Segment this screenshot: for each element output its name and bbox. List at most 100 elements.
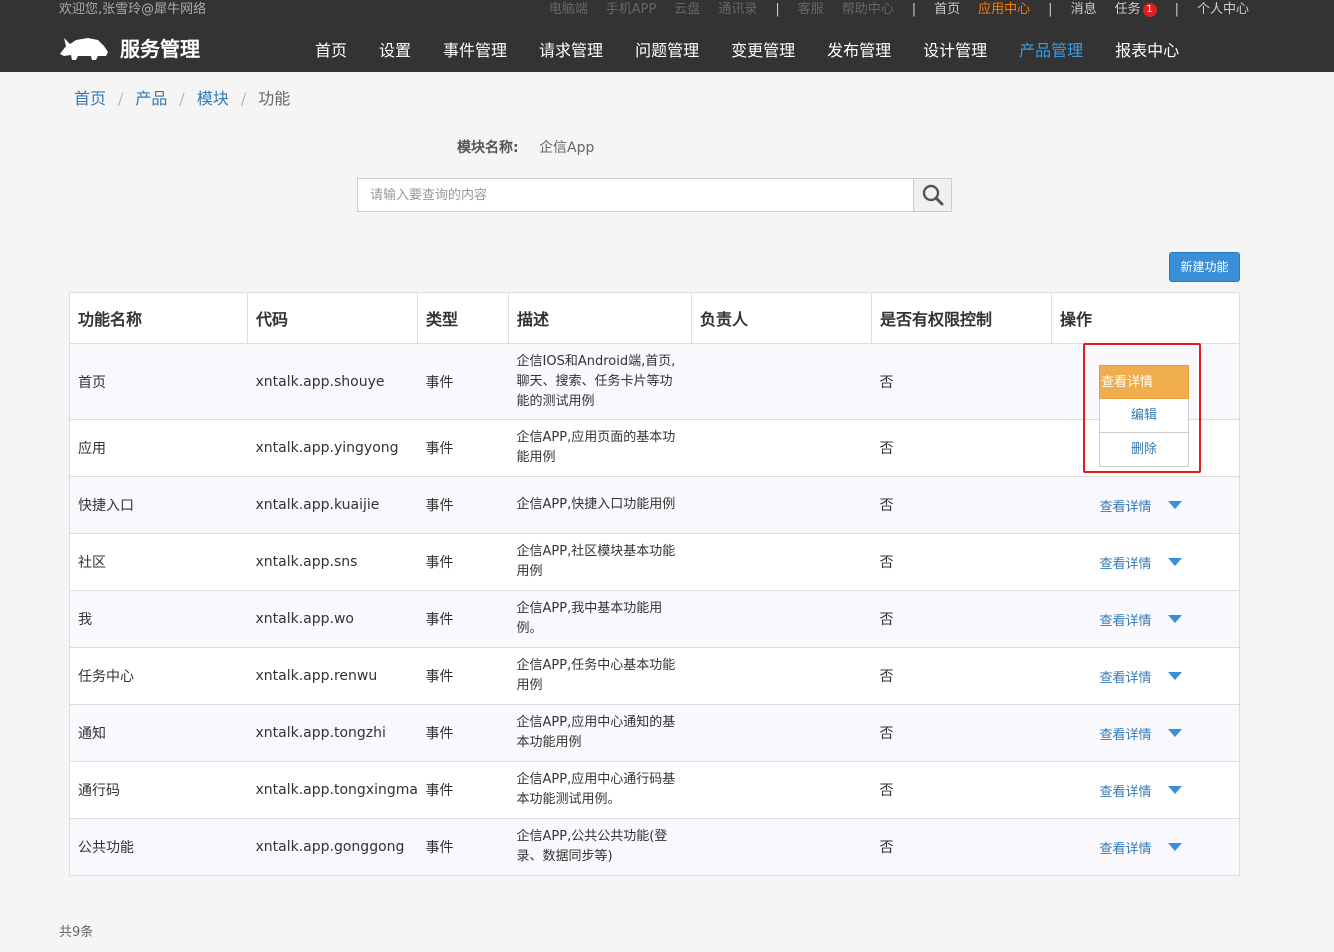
cell-description: 企信IOS和Android端,首页,聊天、搜索、任务卡片等功能的测试用例 [508, 343, 692, 420]
caret-down-icon[interactable] [1167, 843, 1182, 851]
divider: | [775, 2, 780, 17]
row-actions: 查看详情 [1060, 496, 1232, 515]
nav-item-release[interactable]: 发布管理 [811, 34, 907, 68]
search-icon [922, 184, 943, 206]
link-profile[interactable]: 个人中心 [1197, 1, 1249, 19]
main-nav: 首页 设置 事件管理 请求管理 问题管理 变更管理 发布管理 设计管理 产品管理… [299, 34, 1195, 68]
caret-down-icon[interactable] [1167, 501, 1182, 509]
link-tasks[interactable]: 任务 1 [1115, 1, 1157, 19]
link-contacts[interactable]: 通讯录 [718, 1, 757, 19]
nav-item-product[interactable]: 产品管理 [1003, 34, 1099, 68]
link-messages[interactable]: 消息 [1071, 1, 1097, 19]
cell-function-name: 首页 [69, 343, 248, 420]
caret-down-icon[interactable] [1167, 729, 1182, 737]
link-home[interactable]: 首页 [934, 1, 960, 19]
cell-permission: 否 [871, 704, 1052, 762]
view-details-link[interactable]: 查看详情 [1100, 610, 1152, 629]
table-row: 社区 xntalk.app.sns 事件 企信APP,社区模块基本功能用例 否 查看详情 [69, 533, 1240, 591]
cell-owner [691, 343, 872, 420]
nav-item-design[interactable]: 设计管理 [907, 34, 1003, 68]
breadcrumb-function: 功能 [258, 89, 291, 108]
cell-description: 企信APP,应用中心通知的基本功能用例 [508, 704, 692, 762]
cell-description: 企信APP,应用页面的基本功能用例 [508, 419, 692, 477]
header-owner: 负责人 [691, 292, 872, 344]
description-text: 企信APP,应用中心通知的基本功能用例 [516, 715, 676, 750]
nav-item-home[interactable]: 首页 [299, 34, 363, 68]
cell-permission: 否 [871, 818, 1052, 876]
breadcrumb-module[interactable]: 模块 [197, 88, 229, 110]
tasks-label: 任务 [1114, 2, 1141, 17]
caret-down-icon[interactable] [1167, 672, 1182, 680]
cell-owner [691, 533, 872, 591]
nav-item-incident[interactable]: 事件管理 [427, 34, 523, 68]
link-mobile-app[interactable]: 手机APP [606, 1, 657, 19]
cell-function-name: 社区 [69, 533, 248, 591]
cell-owner [691, 476, 872, 534]
cell-type: 事件 [417, 343, 509, 420]
link-cloud[interactable]: 云盘 [674, 1, 700, 19]
cell-actions: 查看详情 [1051, 647, 1240, 705]
nav-item-change[interactable]: 变更管理 [715, 34, 811, 68]
link-help[interactable]: 帮助中心 [842, 1, 894, 19]
header-actions: 操作 [1051, 292, 1240, 344]
cell-code: xntalk.app.shouye [247, 343, 418, 420]
breadcrumb-product[interactable]: 产品 [135, 88, 167, 110]
cell-permission: 否 [871, 419, 1052, 477]
table-row: 首页 xntalk.app.shouye 事件 企信IOS和Android端,首页,聊… [69, 343, 1240, 420]
link-pc[interactable]: 电脑端 [549, 1, 588, 19]
link-app-center[interactable]: 应用中心 [978, 1, 1030, 19]
cell-type: 事件 [417, 419, 509, 477]
row-actions: 查看详情 [1060, 781, 1232, 800]
welcome-text: 欢迎您,张雪玲@犀牛网络 [59, 2, 207, 17]
view-details-link[interactable]: 查看详情 [1100, 781, 1152, 800]
cell-type: 事件 [417, 647, 509, 705]
caret-down-icon[interactable] [1167, 786, 1182, 794]
row-actions: 查看详情 [1060, 667, 1232, 686]
cell-function-name: 通知 [69, 704, 248, 762]
nav-item-settings[interactable]: 设置 [363, 34, 427, 68]
view-details-link[interactable]: 查看详情 [1100, 496, 1152, 515]
table-header-row: 功能名称 代码 类型 描述 负责人 是否有权限控制 操作 [69, 292, 1240, 344]
header-function-name: 功能名称 [69, 292, 248, 344]
row-actions: 查看详情 [1060, 838, 1232, 857]
cell-function-name: 通行码 [69, 761, 248, 819]
cell-type: 事件 [417, 533, 509, 591]
cell-permission: 否 [871, 647, 1052, 705]
header-code: 代码 [247, 292, 418, 344]
description-text: 企信APP,应用中心通行码基本功能测试用例。 [516, 772, 676, 807]
caret-down-icon[interactable] [1167, 615, 1182, 623]
search-button[interactable] [913, 179, 951, 211]
cell-type: 事件 [417, 476, 509, 534]
view-details-link[interactable]: 查看详情 [1100, 838, 1152, 857]
view-details-link[interactable]: 查看详情 [1100, 667, 1152, 686]
cell-owner [691, 761, 872, 819]
cell-code: xntalk.app.gonggong [247, 818, 418, 876]
cell-code: xntalk.app.tongxingma [247, 761, 418, 819]
logo[interactable]: 服务管理 [58, 32, 200, 62]
nav-item-request[interactable]: 请求管理 [523, 34, 619, 68]
view-details-link[interactable]: 查看详情 [1100, 553, 1152, 572]
divider: | [1048, 2, 1053, 17]
row-actions: 查看详情 [1060, 610, 1232, 629]
description-text: 企信APP,应用页面的基本功能用例 [516, 430, 676, 465]
cell-actions: 查看详情 [1051, 818, 1240, 876]
function-table: 功能名称 代码 类型 描述 负责人 是否有权限控制 操作 首页 xntalk.ap… [69, 292, 1240, 876]
nav-item-problem[interactable]: 问题管理 [619, 34, 715, 68]
description-text: 企信APP,公共公共功能(登录、数据同步等) [516, 829, 668, 864]
cell-owner [691, 419, 872, 477]
header-permission: 是否有权限控制 [871, 292, 1052, 344]
search-input[interactable] [358, 179, 914, 211]
link-service[interactable]: 客服 [798, 1, 824, 19]
breadcrumb-home[interactable]: 首页 [74, 88, 106, 110]
row-actions: 查看详情 [1060, 724, 1232, 743]
top-bar: 欢迎您,张雪玲@犀牛网络 电脑端 手机APP 云盘 通讯录 | 客服 帮助中心 … [0, 0, 1334, 72]
nav-item-reports[interactable]: 报表中心 [1099, 34, 1195, 68]
new-function-button[interactable]: 新建功能 [1169, 252, 1240, 282]
caret-down-icon[interactable] [1167, 558, 1182, 566]
cell-function-name: 我 [69, 590, 248, 648]
table-row: 通行码 xntalk.app.tongxingma 事件 企信APP,应用中心通行码基… [69, 761, 1240, 819]
view-details-link[interactable]: 查看详情 [1100, 724, 1152, 743]
highlight-box [1083, 343, 1201, 473]
cell-description: 企信APP,应用中心通行码基本功能测试用例。 [508, 761, 692, 819]
module-name-value: 企信App [539, 140, 595, 156]
